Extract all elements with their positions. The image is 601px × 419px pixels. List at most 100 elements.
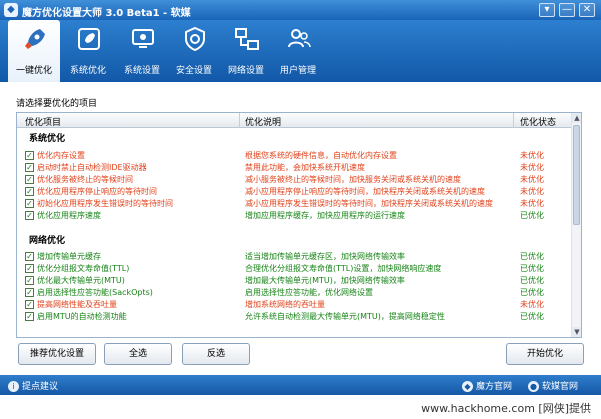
checkbox[interactable]: ✓ bbox=[25, 276, 34, 285]
shield-gear-icon bbox=[185, 26, 205, 52]
app-icon: ◆ bbox=[4, 3, 18, 17]
list-item[interactable]: ✓ 优化分组报文寿命值(TTL) 合理优化分组报文寿命值(TTL)设置，加快网络… bbox=[17, 264, 573, 275]
list-header: 优化项目 优化说明 优化状态 bbox=[17, 113, 573, 128]
list-item[interactable]: ✓ 启用选择性应答功能(SackOpts) 启用选择性应答功能，优化网络设置 已… bbox=[17, 288, 573, 299]
rocket-icon bbox=[25, 29, 45, 49]
list-item[interactable]: ✓ 优化服务被终止的等候时间 减小服务被终止的等候时间，加快服务关闭或系统关机的… bbox=[17, 175, 573, 186]
tab-label: 系统设置 bbox=[123, 66, 160, 76]
footer-area: www.hackhome.com [网侠]提供 bbox=[0, 395, 601, 419]
network-icon bbox=[235, 28, 259, 50]
checkbox[interactable]: ✓ bbox=[25, 199, 34, 208]
instruction-text: 请选择要优化的项目 bbox=[16, 99, 98, 109]
item-name: 增加传输单元缓存 bbox=[37, 252, 101, 261]
mofang-site-link[interactable]: ◆ 魔方官网 bbox=[462, 379, 512, 392]
item-name: 优化分组报文寿命值(TTL) bbox=[37, 264, 130, 273]
ruanmei-logo-icon: ● bbox=[528, 381, 539, 392]
item-description: 增加应用程序缓存，加快应用程序的运行速度 bbox=[245, 211, 405, 220]
item-status: 已优化 bbox=[520, 252, 544, 261]
item-name: 优化应用程序速度 bbox=[37, 211, 101, 220]
item-status: 未优化 bbox=[520, 300, 544, 309]
item-status: 已优化 bbox=[520, 288, 544, 297]
checkbox[interactable]: ✓ bbox=[25, 300, 34, 309]
ruanmei-site-link[interactable]: ● 软媒官网 bbox=[528, 379, 578, 392]
item-description: 根据您系统的硬件信息，自动优化内存设置 bbox=[245, 151, 397, 160]
invert-selection-button[interactable]: 反选 bbox=[182, 343, 250, 365]
item-description: 适当增加传输单元缓存区，加快网络传输效率 bbox=[245, 252, 405, 261]
item-status: 已优化 bbox=[520, 264, 544, 273]
minimize-button[interactable]: — bbox=[559, 3, 575, 17]
item-status: 已优化 bbox=[520, 276, 544, 285]
checkbox[interactable]: ✓ bbox=[25, 163, 34, 172]
scroll-up-arrow-icon[interactable]: ▲ bbox=[572, 113, 581, 123]
item-description: 减小应用程序停止响应的等待时间，加快程序关闭或系统关机的速度 bbox=[245, 187, 485, 196]
tab-label: 系统优化 bbox=[69, 66, 106, 76]
menu-button[interactable]: ▾ bbox=[539, 3, 555, 17]
item-description: 减小服务被终止的等候时间，加快服务关闭或系统关机的速度 bbox=[245, 175, 461, 184]
start-optimize-button[interactable]: 开始优化 bbox=[506, 343, 584, 365]
status-bar: i 提点建议 ◆ 魔方官网 ● 软媒官网 bbox=[0, 375, 601, 395]
column-header-item[interactable]: 优化项目 bbox=[25, 115, 61, 128]
item-name: 启动时禁止自动检测IDE驱动器 bbox=[37, 163, 147, 172]
cube-logo-icon: ◆ bbox=[462, 381, 473, 392]
monitor-settings-icon bbox=[132, 29, 154, 48]
checkbox[interactable]: ✓ bbox=[25, 288, 34, 297]
users-icon bbox=[288, 29, 311, 48]
checkbox[interactable]: ✓ bbox=[25, 264, 34, 273]
select-all-button[interactable]: 全选 bbox=[104, 343, 172, 365]
optimization-list[interactable]: 优化项目 优化说明 优化状态 系统优化 ✓ 优化内存设置 根据您系统的硬件信息，… bbox=[16, 112, 582, 338]
item-description: 增加系统网络的吞吐量 bbox=[245, 300, 325, 309]
item-status: 已优化 bbox=[520, 312, 544, 321]
tab-one-click-optimize[interactable]: 一键优化 bbox=[8, 20, 60, 82]
close-button[interactable]: ✕ bbox=[579, 3, 595, 17]
tab-label: 用户管理 bbox=[279, 66, 316, 76]
checkbox[interactable]: ✓ bbox=[25, 252, 34, 261]
tab-system-settings[interactable]: 系统设置 bbox=[116, 20, 168, 82]
column-header-description[interactable]: 优化说明 bbox=[245, 115, 281, 128]
tab-security-settings[interactable]: 安全设置 bbox=[168, 20, 220, 82]
tab-user-management[interactable]: 用户管理 bbox=[272, 20, 324, 82]
title-bar: ◆ 魔方优化设置大师 3.0 Beta1 - 软媒 ▾ — ✕ bbox=[0, 0, 601, 20]
checkbox[interactable]: ✓ bbox=[25, 211, 34, 220]
item-name: 初始化应用程序发生错误时的等待时间 bbox=[37, 199, 173, 208]
item-status: 未优化 bbox=[520, 163, 544, 172]
list-item[interactable]: ✓ 启动时禁止自动检测IDE驱动器 禁用此功能，会加快系统开机速度 未优化 bbox=[17, 163, 573, 174]
vertical-scrollbar[interactable]: ▲ ▼ bbox=[571, 113, 581, 337]
main-toolbar: 一键优化 系统优化 系统设置 安全设置 网络设置 用户管理 bbox=[0, 20, 601, 82]
list-item[interactable]: ✓ 初始化应用程序发生错误时的等待时间 减小应用程序发生错误时的等待时间，加快程… bbox=[17, 199, 573, 210]
watermark-text: www.hackhome.com [网侠]提供 bbox=[421, 402, 591, 415]
tab-system-optimize[interactable]: 系统优化 bbox=[62, 20, 114, 82]
tab-label: 安全设置 bbox=[175, 66, 212, 76]
window-title: 魔方优化设置大师 3.0 Beta1 - 软媒 bbox=[22, 8, 191, 19]
item-description: 增加最大传输单元(MTU)，加快网络传输效率 bbox=[245, 276, 405, 285]
list-item[interactable]: ✓ 优化最大传输单元(MTU) 增加最大传输单元(MTU)，加快网络传输效率 已… bbox=[17, 276, 573, 287]
tab-network-settings[interactable]: 网络设置 bbox=[220, 20, 272, 82]
rocket-card-icon bbox=[78, 28, 100, 50]
recommend-settings-button[interactable]: 推荐优化设置 bbox=[18, 343, 96, 365]
item-description: 允许系统自动检测最大传输单元(MTU)，提高网络稳定性 bbox=[245, 312, 445, 321]
list-item[interactable]: ✓ 优化内存设置 根据您系统的硬件信息，自动优化内存设置 未优化 bbox=[17, 151, 573, 162]
checkbox[interactable]: ✓ bbox=[25, 187, 34, 196]
list-item[interactable]: ✓ 优化应用程序停止响应的等待时间 减小应用程序停止响应的等待时间，加快程序关闭… bbox=[17, 187, 573, 198]
scroll-thumb[interactable] bbox=[573, 125, 580, 225]
item-name: 优化最大传输单元(MTU) bbox=[37, 276, 125, 285]
list-item[interactable]: ✓ 启用MTU的自动检测功能 允许系统自动检测最大传输单元(MTU)，提高网络稳… bbox=[17, 312, 573, 323]
checkbox[interactable]: ✓ bbox=[25, 312, 34, 321]
item-name: 提高网络性能及吞吐量 bbox=[37, 300, 117, 309]
lightbulb-icon: i bbox=[8, 381, 19, 392]
item-description: 启用选择性应答功能，优化网络设置 bbox=[245, 288, 373, 297]
list-item[interactable]: ✓ 增加传输单元缓存 适当增加传输单元缓存区，加快网络传输效率 已优化 bbox=[17, 252, 573, 263]
column-header-status[interactable]: 优化状态 bbox=[520, 115, 556, 128]
item-name: 启用选择性应答功能(SackOpts) bbox=[37, 288, 153, 297]
item-status: 已优化 bbox=[520, 211, 544, 220]
item-name: 优化应用程序停止响应的等待时间 bbox=[37, 187, 157, 196]
item-name: 优化内存设置 bbox=[37, 151, 85, 160]
checkbox[interactable]: ✓ bbox=[25, 175, 34, 184]
item-status: 未优化 bbox=[520, 151, 544, 160]
item-description: 合理优化分组报文寿命值(TTL)设置，加快网络响应速度 bbox=[245, 264, 442, 273]
checkbox[interactable]: ✓ bbox=[25, 151, 34, 160]
list-item[interactable]: ✓ 优化应用程序速度 增加应用程序缓存，加快应用程序的运行速度 已优化 bbox=[17, 211, 573, 222]
item-status: 未优化 bbox=[520, 199, 544, 208]
list-item[interactable]: ✓ 提高网络性能及吞吐量 增加系统网络的吞吐量 未优化 bbox=[17, 300, 573, 311]
suggest-link[interactable]: i 提点建议 bbox=[8, 379, 58, 392]
scroll-down-arrow-icon[interactable]: ▼ bbox=[572, 327, 581, 337]
